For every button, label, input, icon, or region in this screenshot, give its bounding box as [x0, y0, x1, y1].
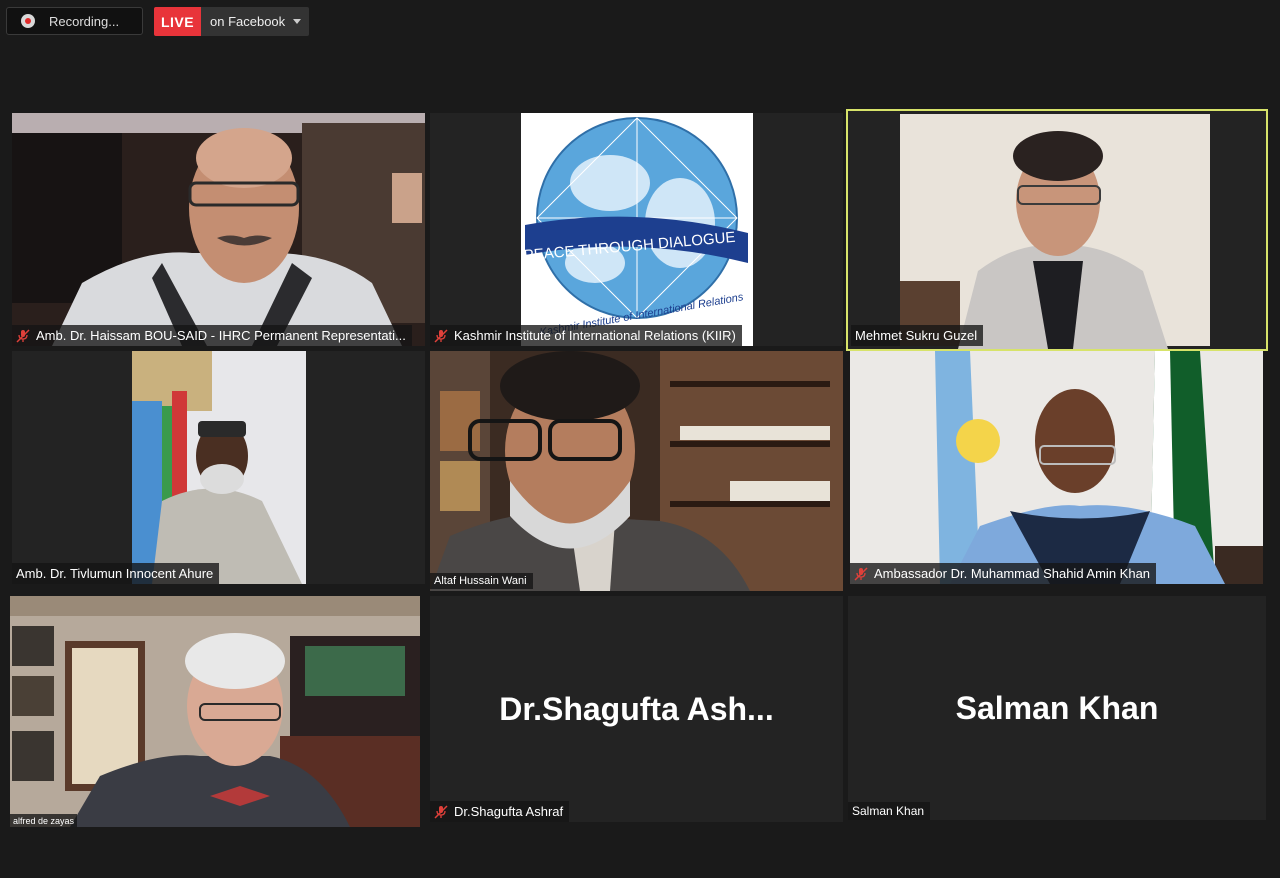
record-icon — [21, 14, 35, 28]
participant-tile-1[interactable]: Amb. Dr. Haissam BOU-SAID - IHRC Permane… — [12, 113, 425, 346]
participant-tile-5[interactable]: Altaf Hussain Wani — [430, 351, 843, 591]
participant-name: Amb. Dr. Haissam BOU-SAID - IHRC Permane… — [36, 328, 406, 343]
participant-tile-9[interactable]: Salman Khan Salman Khan — [848, 596, 1266, 820]
participant-video — [12, 351, 425, 584]
participant-name: Kashmir Institute of International Relat… — [454, 328, 736, 343]
participant-name: Salman Khan — [852, 804, 925, 818]
participant-name-label: Amb. Dr. Haissam BOU-SAID - IHRC Permane… — [12, 325, 412, 346]
microphone-muted-icon — [16, 328, 30, 343]
participant-name-label: alfred de zayas — [10, 814, 78, 827]
participant-name: alfred de zayas — [13, 815, 75, 826]
microphone-muted-icon — [434, 328, 448, 343]
participant-name-label: Mehmet Sukru Guzel — [851, 325, 984, 346]
recording-indicator[interactable]: Recording... — [6, 7, 143, 35]
live-destination-label: on Facebook — [210, 14, 286, 29]
participant-name-label: Amb. Dr. Tivlumun Innocent Ahure — [12, 563, 220, 584]
participant-video — [430, 351, 843, 591]
participant-name: Amb. Dr. Tivlumun Innocent Ahure — [16, 566, 214, 581]
live-destination-dropdown[interactable]: on Facebook — [201, 7, 309, 36]
participant-name: Mehmet Sukru Guzel — [855, 328, 978, 343]
participant-name: Altaf Hussain Wani — [434, 575, 527, 587]
microphone-muted-icon — [854, 566, 868, 581]
microphone-muted-icon — [434, 804, 448, 819]
participant-name-label: Kashmir Institute of International Relat… — [430, 325, 742, 346]
participant-video — [12, 113, 425, 346]
participant-name-label: Dr.Shagufta Ashraf — [430, 801, 570, 822]
live-stream-indicator[interactable]: LIVE on Facebook — [154, 7, 309, 36]
participant-tile-8[interactable]: Dr.Shagufta Ash... Dr.Shagufta Ashraf — [430, 596, 843, 822]
participant-tile-3-active-speaker[interactable]: Mehmet Sukru Guzel — [846, 109, 1268, 351]
participant-tile-4[interactable]: Amb. Dr. Tivlumun Innocent Ahure — [12, 351, 425, 584]
participant-name-label: Ambassador Dr. Muhammad Shahid Amin Khan — [850, 563, 1157, 584]
live-badge: LIVE — [154, 7, 201, 36]
participant-name: Dr.Shagufta Ashraf — [454, 804, 564, 819]
participant-video — [10, 596, 420, 827]
participant-video: PEACE THROUGH DIALOGUE Kashmir Institute… — [430, 113, 843, 346]
participant-tile-6[interactable]: Ambassador Dr. Muhammad Shahid Amin Khan — [850, 351, 1263, 584]
participant-name: Ambassador Dr. Muhammad Shahid Amin Khan — [874, 566, 1151, 581]
chevron-down-icon — [293, 19, 302, 24]
participant-tile-2[interactable]: PEACE THROUGH DIALOGUE Kashmir Institute… — [430, 113, 843, 346]
participant-display-name: Salman Khan — [955, 689, 1159, 726]
participant-tile-7[interactable]: alfred de zayas — [10, 596, 420, 827]
participant-video — [848, 111, 1266, 349]
participant-display-name: Dr.Shagufta Ash... — [499, 690, 774, 727]
recording-label: Recording... — [49, 13, 120, 29]
participant-video — [850, 351, 1263, 584]
participant-name-label: Salman Khan — [848, 802, 931, 820]
participant-name-label: Altaf Hussain Wani — [430, 573, 533, 589]
